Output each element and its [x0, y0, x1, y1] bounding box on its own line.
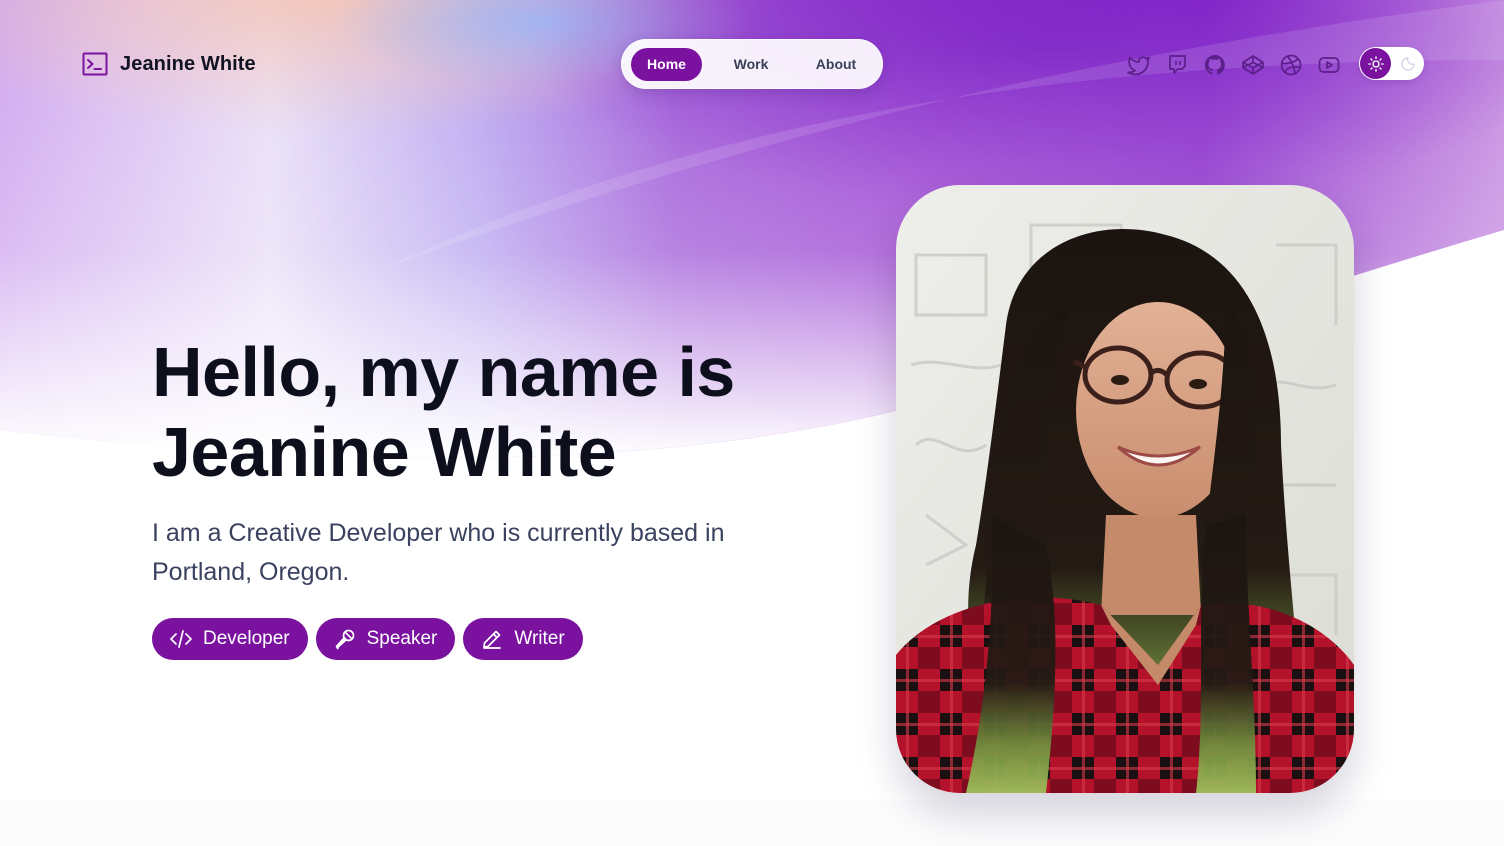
nav-work[interactable]: Work: [702, 48, 800, 81]
terminal-icon: [82, 52, 108, 76]
moon-icon: [1398, 54, 1418, 74]
social-links: [1126, 51, 1342, 79]
nav-home[interactable]: Home: [631, 47, 702, 81]
hero-subtitle: I am a Creative Developer who is current…: [152, 519, 725, 586]
portrait-photo: [896, 185, 1354, 793]
github-icon[interactable]: [1202, 52, 1228, 78]
nav-about[interactable]: About: [800, 48, 872, 81]
main-nav: Home Work About: [621, 39, 883, 89]
site-header: Jeanine White Home Work About: [0, 0, 1504, 128]
tag-label: Developer: [203, 628, 290, 649]
brand-name: Jeanine White: [120, 52, 256, 75]
hero-title-line2: Jeanine White: [152, 413, 617, 491]
twitch-icon[interactable]: [1164, 52, 1190, 78]
tag-label: Writer: [514, 628, 565, 649]
hero-section: Hello, my name is Jeanine White I am a C…: [152, 332, 792, 660]
sun-icon: [1360, 48, 1391, 79]
hero-title-line1: Hello, my name is: [152, 333, 735, 411]
tag-speaker[interactable]: Speaker: [315, 618, 456, 660]
code-icon: [170, 630, 192, 648]
footer-band: [0, 800, 1504, 846]
tag-writer[interactable]: Writer: [463, 618, 583, 660]
dribbble-icon[interactable]: [1278, 52, 1304, 78]
role-tags: Developer Speaker Writer: [152, 618, 792, 660]
twitter-icon[interactable]: [1126, 52, 1152, 78]
codepen-icon[interactable]: [1240, 52, 1266, 78]
microphone-icon: [335, 629, 354, 650]
tag-label: Speaker: [366, 628, 438, 649]
brand-logo[interactable]: Jeanine White: [82, 51, 256, 77]
theme-toggle[interactable]: [1359, 47, 1424, 80]
hero-title: Hello, my name is Jeanine White: [152, 332, 792, 492]
tag-developer[interactable]: Developer: [152, 618, 308, 660]
youtube-icon[interactable]: [1316, 52, 1342, 78]
pencil-icon: [483, 630, 502, 649]
